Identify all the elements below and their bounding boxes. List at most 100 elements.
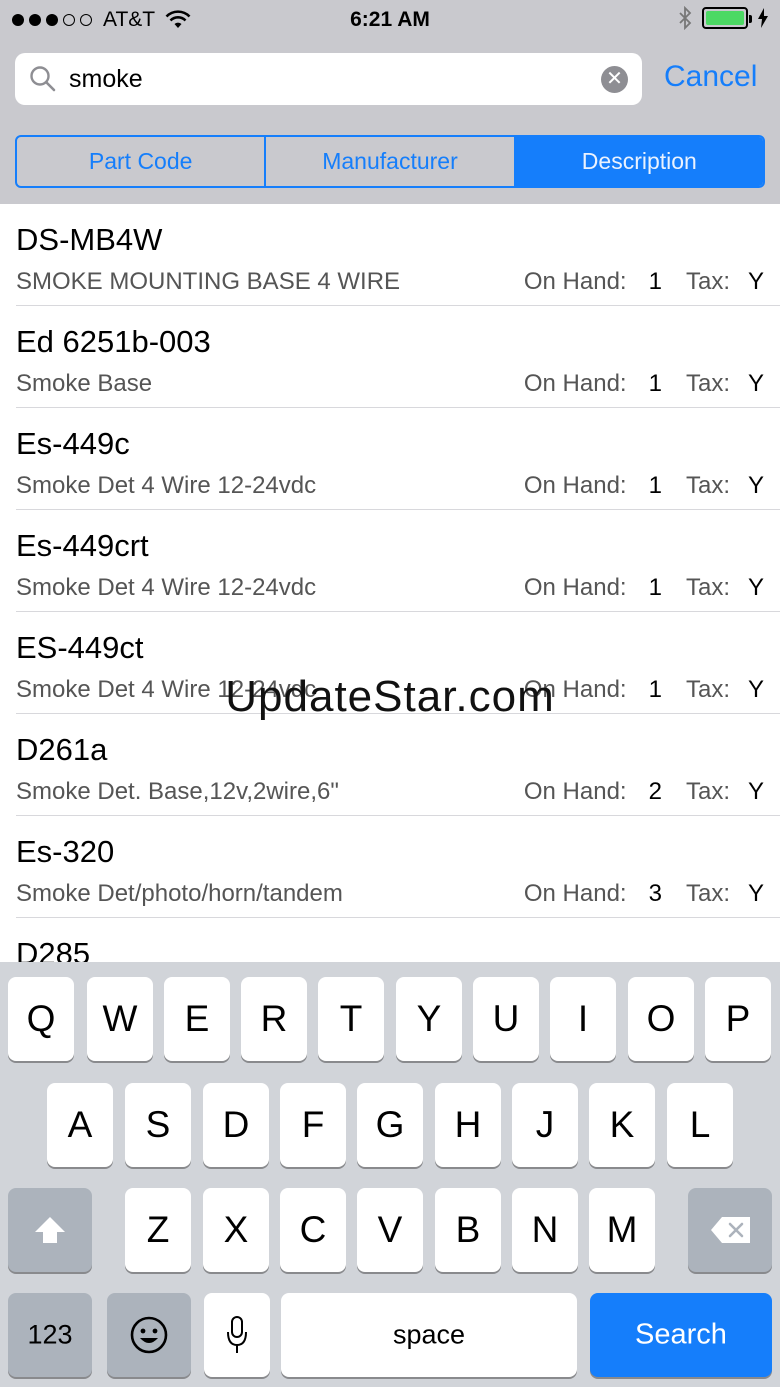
segment-description[interactable]: Description — [515, 137, 763, 186]
charging-icon — [758, 8, 768, 28]
part-code: Es-449c — [16, 426, 130, 461]
key-v[interactable]: V — [357, 1188, 423, 1272]
key-n[interactable]: N — [512, 1188, 578, 1272]
key-s[interactable]: S — [125, 1083, 191, 1167]
bluetooth-icon — [679, 6, 692, 30]
on-hand-value: 1 — [648, 472, 662, 499]
segment-manufacturer[interactable]: Manufacturer — [266, 137, 516, 186]
on-hand-value: 1 — [648, 268, 662, 295]
part-code: ES-449ct — [16, 630, 144, 665]
key-o[interactable]: O — [628, 977, 694, 1061]
search-field[interactable]: ✕ — [15, 53, 642, 105]
tax-value: Y — [747, 778, 764, 805]
space-key[interactable]: space — [281, 1293, 577, 1377]
tax-label: Tax: — [685, 268, 730, 295]
part-description: Smoke Det/photo/horn/tandem — [16, 880, 343, 907]
key-b[interactable]: B — [435, 1188, 501, 1272]
key-y[interactable]: Y — [396, 977, 462, 1061]
key-p[interactable]: P — [705, 977, 771, 1061]
search-key[interactable]: Search — [590, 1293, 772, 1377]
key-m[interactable]: M — [589, 1188, 655, 1272]
on-hand-label: On Hand: — [523, 676, 627, 703]
emoji-key[interactable] — [107, 1293, 191, 1377]
key-u[interactable]: U — [473, 977, 539, 1061]
list-item[interactable]: Es-320 Smoke Det/photo/horn/tandem On Ha… — [0, 816, 780, 918]
key-k[interactable]: K — [589, 1083, 655, 1167]
key-i[interactable]: I — [550, 977, 616, 1061]
segment-part-code[interactable]: Part Code — [17, 137, 267, 186]
status-right — [678, 6, 768, 30]
results-list[interactable]: DS-MB4W SMOKE MOUNTING BASE 4 WIRE On Ha… — [0, 204, 780, 962]
dictation-key[interactable] — [204, 1293, 270, 1377]
on-hand-label: On Hand: — [523, 370, 627, 397]
list-item[interactable]: Es-449c Smoke Det 4 Wire 12-24vdc On Han… — [0, 408, 780, 510]
tax-value: Y — [747, 268, 764, 295]
tax-label: Tax: — [685, 370, 730, 397]
on-hand-value: 2 — [648, 778, 662, 805]
part-code: Es-320 — [16, 834, 115, 869]
list-item[interactable]: ES-449ct Smoke Det 4 Wire 12-24vdc On Ha… — [0, 612, 780, 714]
list-item[interactable]: Es-449crt Smoke Det 4 Wire 12-24vdc On H… — [0, 510, 780, 612]
list-item[interactable]: D285 — [0, 918, 780, 962]
part-code: Ed 6251b-003 — [16, 324, 211, 359]
list-item[interactable]: DS-MB4W SMOKE MOUNTING BASE 4 WIRE On Ha… — [0, 204, 780, 306]
numbers-key[interactable]: 123 — [8, 1293, 92, 1377]
key-t[interactable]: T — [318, 977, 384, 1061]
key-g[interactable]: G — [357, 1083, 423, 1167]
stock-info: On Hand: 3 Tax: Y — [524, 880, 764, 908]
cancel-button[interactable]: Cancel — [664, 60, 757, 94]
part-description: SMOKE MOUNTING BASE 4 WIRE — [16, 268, 401, 295]
key-w[interactable]: W — [87, 977, 153, 1061]
key-c[interactable]: C — [280, 1188, 346, 1272]
keyboard: Q W E R T Y U I O P A S D F G H J K L Z … — [0, 962, 780, 1387]
part-description: Smoke Base — [16, 370, 153, 397]
on-hand-value: 1 — [648, 574, 662, 601]
key-h[interactable]: H — [435, 1083, 501, 1167]
part-code: Es-449crt — [16, 528, 149, 563]
key-l[interactable]: L — [667, 1083, 733, 1167]
list-item[interactable]: Ed 6251b-003 Smoke Base On Hand: 1 Tax: … — [0, 306, 780, 408]
tax-label: Tax: — [685, 472, 730, 499]
stock-info: On Hand: 1 Tax: Y — [524, 472, 764, 500]
tax-value: Y — [747, 880, 764, 907]
microphone-icon — [227, 1316, 247, 1353]
stock-info: On Hand: 2 Tax: Y — [524, 778, 764, 806]
tax-value: Y — [747, 676, 764, 703]
stock-info: On Hand: 1 Tax: Y — [524, 268, 764, 296]
on-hand-label: On Hand: — [523, 880, 627, 907]
key-r[interactable]: R — [241, 977, 307, 1061]
shift-icon — [35, 1217, 65, 1243]
key-f[interactable]: F — [280, 1083, 346, 1167]
battery-icon — [702, 7, 752, 29]
tax-label: Tax: — [685, 676, 730, 703]
key-a[interactable]: A — [47, 1083, 113, 1167]
key-x[interactable]: X — [203, 1188, 269, 1272]
shift-key[interactable] — [8, 1188, 92, 1272]
key-j[interactable]: J — [512, 1083, 578, 1167]
part-description: Smoke Det 4 Wire 12-24vdc — [16, 472, 317, 499]
list-item[interactable]: D261a Smoke Det. Base,12v,2wire,6" On Ha… — [0, 714, 780, 816]
tax-value: Y — [747, 370, 764, 397]
tax-value: Y — [747, 472, 764, 499]
part-code: DS-MB4W — [16, 222, 163, 257]
on-hand-label: On Hand: — [523, 268, 627, 295]
on-hand-label: On Hand: — [523, 472, 627, 499]
on-hand-label: On Hand: — [523, 574, 627, 601]
stock-info: On Hand: 1 Tax: Y — [524, 370, 764, 398]
key-e[interactable]: E — [164, 977, 230, 1061]
key-d[interactable]: D — [203, 1083, 269, 1167]
part-description: Smoke Det 4 Wire 12-24vdc — [16, 574, 317, 601]
tax-label: Tax: — [685, 880, 730, 907]
part-code: D285 — [16, 936, 91, 962]
search-icon — [30, 66, 56, 92]
clear-icon[interactable]: ✕ — [601, 66, 628, 93]
key-q[interactable]: Q — [8, 977, 74, 1061]
on-hand-value: 3 — [648, 880, 662, 907]
backspace-icon — [711, 1217, 750, 1243]
search-header: AT&T 6:21 AM ✕ Cancel Part Code — [0, 0, 780, 204]
key-z[interactable]: Z — [125, 1188, 191, 1272]
search-input[interactable] — [69, 61, 589, 97]
delete-key[interactable] — [688, 1188, 772, 1272]
status-time: 6:21 AM — [350, 8, 430, 31]
on-hand-label: On Hand: — [523, 778, 627, 805]
